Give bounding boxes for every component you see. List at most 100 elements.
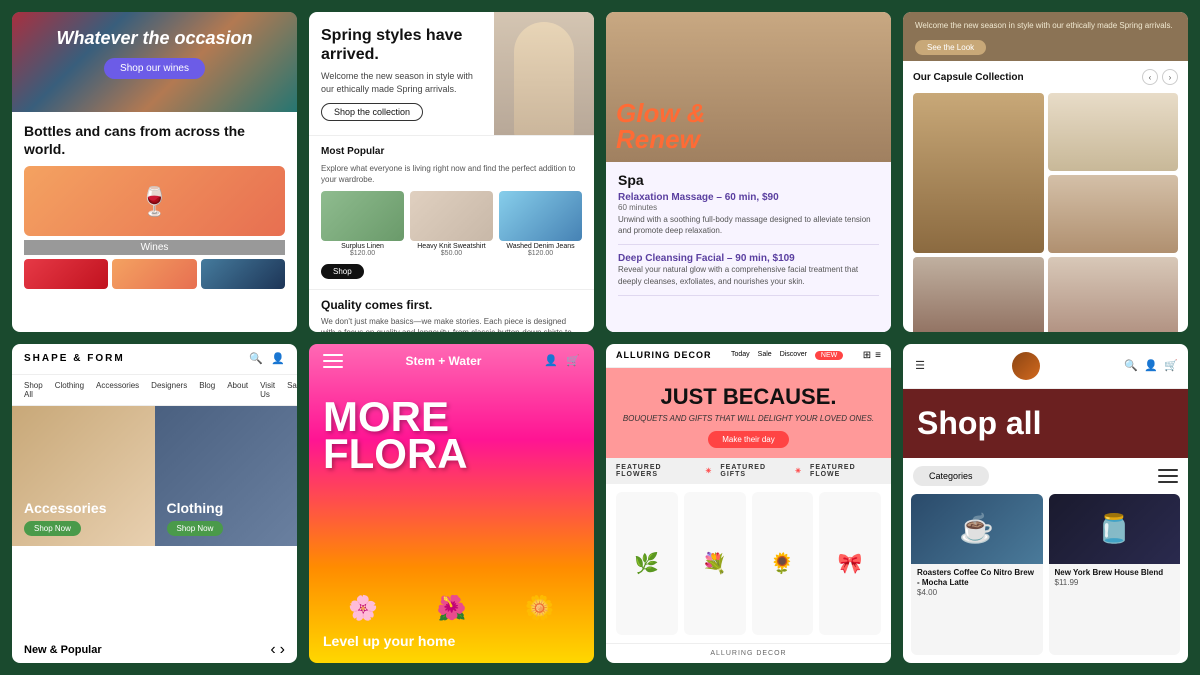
featured-flowers-2-label: FEATURED FLOWE	[810, 464, 881, 478]
clothing-shop-button[interactable]: Shop Now	[167, 521, 224, 536]
products-grid: Accessories Shop Now Clothing Shop Now	[12, 406, 297, 634]
photos-grid	[913, 93, 1178, 253]
nav-designers[interactable]: Designers	[151, 381, 187, 399]
sh-icons-right: 🔍 👤 🛒	[1124, 359, 1178, 373]
search-icon[interactable]: 🔍	[249, 352, 263, 366]
capsule-title: Our Capsule Collection	[913, 72, 1024, 83]
flower-item-3: 🌻	[752, 492, 814, 636]
nav-clothing[interactable]: Clothing	[55, 381, 84, 399]
ad-header: ALLURING DECOR Today Sale Discover NEW ⊞…	[606, 344, 891, 368]
grid-view-icon[interactable]: ⊞	[863, 350, 871, 361]
service-massage-name: Relaxation Massage – 60 min, $90	[618, 192, 879, 203]
clothing-label: Clothing	[167, 500, 224, 516]
shop-all-banner: Shop all	[903, 389, 1188, 458]
capsule-header: Our Capsule Collection ‹ ›	[913, 69, 1178, 85]
product-price-1: $120.00	[350, 250, 375, 257]
spa-content: Spa Relaxation Massage – 60 min, $90 60 …	[606, 162, 891, 332]
product-image-2	[410, 191, 493, 241]
shop-button[interactable]: Shop	[321, 264, 364, 279]
nav-today[interactable]: Today	[731, 351, 750, 360]
service-facial: Deep Cleansing Facial – 90 min, $109 Rev…	[618, 253, 879, 295]
make-day-button[interactable]: Make their day	[708, 431, 788, 448]
nav-discover[interactable]: Discover	[780, 351, 807, 360]
nav-arrows: ‹ ›	[1142, 69, 1178, 85]
see-look-button[interactable]: See the Look	[915, 40, 986, 55]
spring-subtitle: Welcome the new season in style with our…	[321, 70, 482, 95]
nav-about[interactable]: About	[227, 381, 248, 399]
menu-icon[interactable]	[323, 354, 343, 368]
coffee-products-grid: ☕ Roasters Coffee Co Nitro Brew - Mocha …	[903, 494, 1188, 664]
nav-shop-all[interactable]: Shop All	[24, 381, 43, 399]
shop-all-coffee-card: ☰ 🔍 👤 🛒 Shop all Categories ☕ Roasters C…	[903, 344, 1188, 664]
nav-accessories[interactable]: Accessories	[96, 381, 139, 399]
wine-mini-3	[201, 259, 285, 289]
wine-hero-title: Whatever the occasion	[26, 28, 283, 50]
sf-nav: Shop All Clothing Accessories Designers …	[12, 375, 297, 406]
user-icon[interactable]: 👤	[1144, 359, 1158, 373]
nav-visit[interactable]: Visit Us	[260, 381, 275, 399]
product-price-3: $120.00	[528, 250, 553, 257]
arrow-left[interactable]: ‹	[1142, 69, 1158, 85]
capsule-photo-2	[1048, 93, 1179, 171]
wine-bottles-section: Bottles and cans from across the world. …	[12, 112, 297, 332]
capsule-collection-card: Welcome the new season in style with our…	[903, 12, 1188, 332]
sw-cart-icon[interactable]: 🛒	[566, 354, 580, 368]
accessories-shop-button[interactable]: Shop Now	[24, 521, 81, 536]
welcome-text: Welcome the new season in style with our…	[915, 20, 1176, 31]
sh-icons-left: ☰	[913, 359, 927, 373]
nav-sale[interactable]: Sale	[287, 381, 297, 399]
menu-hamburger-icon[interactable]: ☰	[913, 359, 927, 373]
flower-3: 🌼	[525, 594, 555, 623]
spring-model-image	[494, 12, 594, 135]
nyb-name: New York Brew House Blend	[1055, 568, 1175, 578]
nyb-card[interactable]: 🫙 New York Brew House Blend $11.99	[1049, 494, 1181, 656]
nitro-brew-card[interactable]: ☕ Roasters Coffee Co Nitro Brew - Mocha …	[911, 494, 1043, 656]
spa-card: Glow &Renew Spa Relaxation Massage – 60 …	[606, 12, 891, 332]
glow-title: Glow &Renew	[616, 100, 706, 152]
flora-title: MORE FLORA	[323, 398, 580, 474]
np-arrow-left[interactable]: ‹	[270, 641, 275, 659]
list-view-icon[interactable]: ≡	[875, 350, 881, 361]
most-popular-label: Most Popular	[321, 146, 582, 157]
shop-wines-button[interactable]: Shop our wines	[104, 58, 205, 79]
sw-user-icon[interactable]: 👤	[544, 354, 558, 368]
level-up-text: Level up your home	[309, 633, 594, 663]
nav-blog[interactable]: Blog	[199, 381, 215, 399]
stem-water-card: Stem + Water 👤 🛒 MORE FLORA 🌸 🌺 🌼 Level …	[309, 344, 594, 664]
just-because-banner: JUST BECAUSE. BOUQUETS AND GIFTS THAT WI…	[606, 368, 891, 458]
np-arrow-right[interactable]: ›	[280, 641, 285, 659]
ad-footer: ALLURING DECOR	[606, 643, 891, 663]
menu-line-3	[323, 366, 343, 368]
user-icon[interactable]: 👤	[271, 352, 285, 366]
product-image-3	[499, 191, 582, 241]
nav-sale[interactable]: Sale	[758, 351, 772, 360]
arrow-right[interactable]: ›	[1162, 69, 1178, 85]
sw-icons: 👤 🛒	[544, 354, 580, 368]
shop-collection-button[interactable]: Shop the collection	[321, 103, 423, 121]
sf-icons: 🔍 👤	[249, 352, 285, 366]
wines-row	[24, 259, 285, 289]
quality-text: We don't just make basics—we make storie…	[321, 316, 582, 332]
product-name-3: Washed Denim Jeans	[506, 243, 574, 250]
shop-all-title: Shop all	[917, 405, 1174, 442]
explore-text: Explore what everyone is living right no…	[321, 163, 582, 185]
ad-logo: ALLURING DECOR	[616, 350, 712, 360]
service-massage-time: 60 minutes	[618, 203, 879, 212]
more-flora-section: MORE FLORA	[309, 378, 594, 595]
menu-line-2	[323, 360, 343, 362]
spa-title: Spa	[618, 172, 879, 188]
products-row: Surplus Linen $120.00 Heavy Knit Sweatsh…	[321, 191, 582, 257]
product-item-1: Surplus Linen $120.00	[321, 191, 404, 257]
olive-header: Welcome the new season in style with our…	[903, 12, 1188, 61]
service-massage: Relaxation Massage – 60 min, $90 60 minu…	[618, 192, 879, 245]
clothing-panel[interactable]: Clothing Shop Now	[155, 406, 298, 546]
sw-header: Stem + Water 👤 🛒	[309, 344, 594, 378]
wine-hero-section: Whatever the occasion Shop our wines	[12, 12, 297, 112]
cart-icon[interactable]: 🛒	[1164, 359, 1178, 373]
search-icon[interactable]: 🔍	[1124, 359, 1138, 373]
filter-icon[interactable]	[1158, 469, 1178, 483]
categories-button[interactable]: Categories	[913, 466, 989, 486]
sf-header: SHAPE & FORM 🔍 👤	[12, 344, 297, 375]
accessories-panel[interactable]: Accessories Shop Now	[12, 406, 155, 546]
spring-hero: Spring styles have arrived. Welcome the …	[309, 12, 594, 135]
